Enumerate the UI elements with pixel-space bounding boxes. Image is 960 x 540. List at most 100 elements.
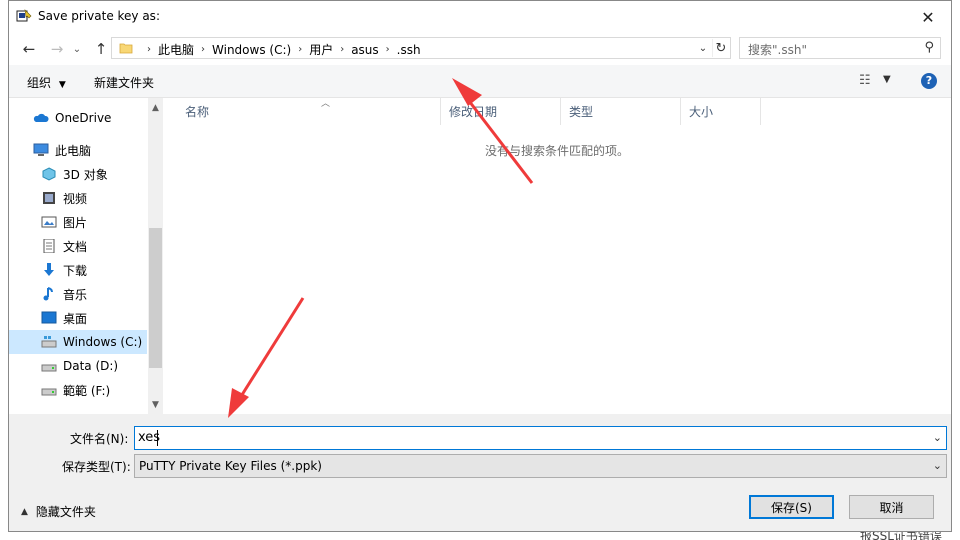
search-input[interactable]: 搜索".ssh" ⚲ xyxy=(739,37,941,59)
filetype-value: PuTTY Private Key Files (*.ppk) xyxy=(139,459,322,473)
scroll-up-icon[interactable]: ▲ xyxy=(148,100,163,115)
filename-label: 文件名(N): xyxy=(70,432,129,446)
column-header-name[interactable]: 名称 ︿ xyxy=(177,98,441,125)
sidebar-item-desktop[interactable]: 桌面 xyxy=(9,306,147,330)
sidebar-item-label: Data (D:) xyxy=(63,359,119,373)
text-cursor xyxy=(157,430,158,446)
column-header-size[interactable]: 大小 xyxy=(681,98,761,125)
background-page-right xyxy=(952,0,960,540)
save-button[interactable]: 保存(S) xyxy=(749,495,834,519)
chevron-right-icon[interactable]: › xyxy=(298,44,302,55)
folder-icon xyxy=(119,43,133,54)
navigation-bar: ← → ⌄ ↑ › 此电脑 › Windows (C:) › 用户 › asus… xyxy=(9,33,951,65)
sidebar-item-label: 此电脑 xyxy=(55,143,92,158)
document-icon xyxy=(43,239,55,253)
sidebar-item-data-d[interactable]: Data (D:) xyxy=(9,354,147,378)
sidebar-item-pictures[interactable]: 图片 xyxy=(9,210,147,234)
breadcrumb-item[interactable]: 用户 xyxy=(309,41,333,58)
forward-arrow-icon[interactable]: → xyxy=(47,39,67,59)
background-page-left xyxy=(0,0,8,540)
breadcrumb: › 此电脑 › Windows (C:) › 用户 › asus › .ssh xyxy=(140,41,421,58)
scrollbar-thumb[interactable] xyxy=(149,228,162,368)
chevron-right-icon[interactable]: › xyxy=(201,44,205,55)
recent-dropdown-icon[interactable]: ⌄ xyxy=(67,39,87,59)
chevron-right-icon[interactable]: › xyxy=(340,44,344,55)
sidebar-item-documents[interactable]: 文档 xyxy=(9,234,147,258)
save-form: 文件名(N): xes ⌄ 保存类型(T): PuTTY Private Key… xyxy=(9,414,951,531)
sidebar-item-label: 下载 xyxy=(63,263,88,278)
refresh-icon[interactable]: ↻ xyxy=(712,39,729,57)
back-arrow-icon[interactable]: ← xyxy=(19,39,39,59)
title-bar: Save private key as: ✕ xyxy=(9,1,951,33)
filetype-label: 保存类型(T): xyxy=(62,460,131,474)
column-label: 名称 xyxy=(185,105,210,119)
chevron-down-icon[interactable]: ⌄ xyxy=(933,431,942,444)
hide-folders-label: 隐藏文件夹 xyxy=(35,505,96,519)
close-button[interactable]: ✕ xyxy=(905,1,951,33)
column-header-type[interactable]: 类型 xyxy=(561,98,681,125)
drive-icon xyxy=(41,364,57,372)
sidebar-item-label: 文档 xyxy=(63,239,88,254)
filename-field[interactable]: xes ⌄ xyxy=(134,426,947,450)
help-icon[interactable]: ? xyxy=(921,73,937,89)
breadcrumb-item[interactable]: .ssh xyxy=(397,43,421,57)
sidebar-item-music[interactable]: 音乐 xyxy=(9,282,147,306)
video-icon xyxy=(43,192,55,204)
chevron-right-icon[interactable]: › xyxy=(386,44,390,55)
search-placeholder: 搜索".ssh" xyxy=(748,43,807,57)
search-icon[interactable]: ⚲ xyxy=(924,40,934,55)
chevron-right-icon: › xyxy=(147,44,151,55)
picture-icon xyxy=(41,216,57,228)
view-options-icon[interactable]: ☷ xyxy=(859,73,871,88)
chevron-down-icon: ⌄ xyxy=(932,459,942,472)
drive-icon xyxy=(41,336,57,348)
cloud-icon xyxy=(33,113,49,122)
download-icon xyxy=(44,263,54,276)
desktop-icon xyxy=(41,311,57,324)
scroll-down-icon[interactable]: ▼ xyxy=(148,397,163,412)
sidebar-item-onedrive[interactable]: OneDrive xyxy=(9,106,147,130)
command-toolbar: 组织 ▼ 新建文件夹 ☷ ▼ ? xyxy=(9,65,951,98)
filetype-select[interactable]: PuTTY Private Key Files (*.ppk) ⌄ xyxy=(134,454,947,478)
computer-icon xyxy=(33,143,49,156)
organize-button[interactable]: 组织 ▼ xyxy=(27,74,66,91)
caret-down-icon: ▼ xyxy=(58,80,66,90)
drive-icon xyxy=(41,388,57,396)
cube-icon xyxy=(42,167,56,181)
sidebar-item-3d-objects[interactable]: 3D 对象 xyxy=(9,162,147,186)
sidebar-item-windows-c[interactable]: Windows (C:) xyxy=(9,330,147,354)
cancel-button[interactable]: 取消 xyxy=(849,495,934,519)
navigation-pane: OneDrive 此电脑 3D 对象 视频 图片 文档 下载 音乐 桌面 Win… xyxy=(9,98,163,414)
breadcrumb-item[interactable]: asus xyxy=(351,43,378,57)
sidebar-item-downloads[interactable]: 下载 xyxy=(9,258,147,282)
sidebar-item-label: 图片 xyxy=(63,215,88,230)
sidebar-item-label: 桌面 xyxy=(63,311,88,326)
sidebar-item-label: 音乐 xyxy=(63,287,88,302)
caret-up-icon: ▲ xyxy=(21,506,28,517)
address-bar[interactable]: › 此电脑 › Windows (C:) › 用户 › asus › .ssh … xyxy=(111,37,731,59)
sidebar-item-label: 3D 对象 xyxy=(63,167,108,182)
sidebar-item-videos[interactable]: 视频 xyxy=(9,186,147,210)
file-list[interactable]: 名称 ︿ 修改日期 类型 大小 没有与搜索条件匹配的项。 xyxy=(163,98,951,414)
caret-down-icon[interactable]: ▼ xyxy=(883,74,891,85)
empty-message: 没有与搜索条件匹配的项。 xyxy=(484,144,629,158)
new-folder-button[interactable]: 新建文件夹 xyxy=(94,74,154,91)
hide-folders-toggle[interactable]: ▲ 隐藏文件夹 xyxy=(21,503,96,520)
sidebar-item-label: 视频 xyxy=(63,191,88,206)
sort-ascending-icon: ︿ xyxy=(321,99,331,109)
column-header-modified[interactable]: 修改日期 xyxy=(441,98,561,125)
sidebar-item-f-drive[interactable]: 範範 (F:) xyxy=(9,378,147,402)
organize-label: 组织 xyxy=(27,76,52,90)
putty-key-icon xyxy=(16,9,32,22)
music-icon xyxy=(43,287,53,301)
save-dialog: Save private key as: ✕ ← → ⌄ ↑ › 此电脑 › W… xyxy=(8,0,952,532)
breadcrumb-item[interactable]: 此电脑 xyxy=(158,41,194,58)
up-arrow-icon[interactable]: ↑ xyxy=(91,39,111,59)
dialog-title: Save private key as: xyxy=(38,9,160,23)
chevron-down-icon[interactable]: ⌄ xyxy=(696,39,710,57)
navigation-scrollbar[interactable]: ▲ ▼ xyxy=(148,98,163,414)
sidebar-item-this-pc[interactable]: 此电脑 xyxy=(9,138,147,162)
sidebar-item-label: Windows (C:) xyxy=(63,335,143,349)
breadcrumb-item[interactable]: Windows (C:) xyxy=(212,43,291,57)
sidebar-item-label: 範範 (F:) xyxy=(63,383,111,398)
